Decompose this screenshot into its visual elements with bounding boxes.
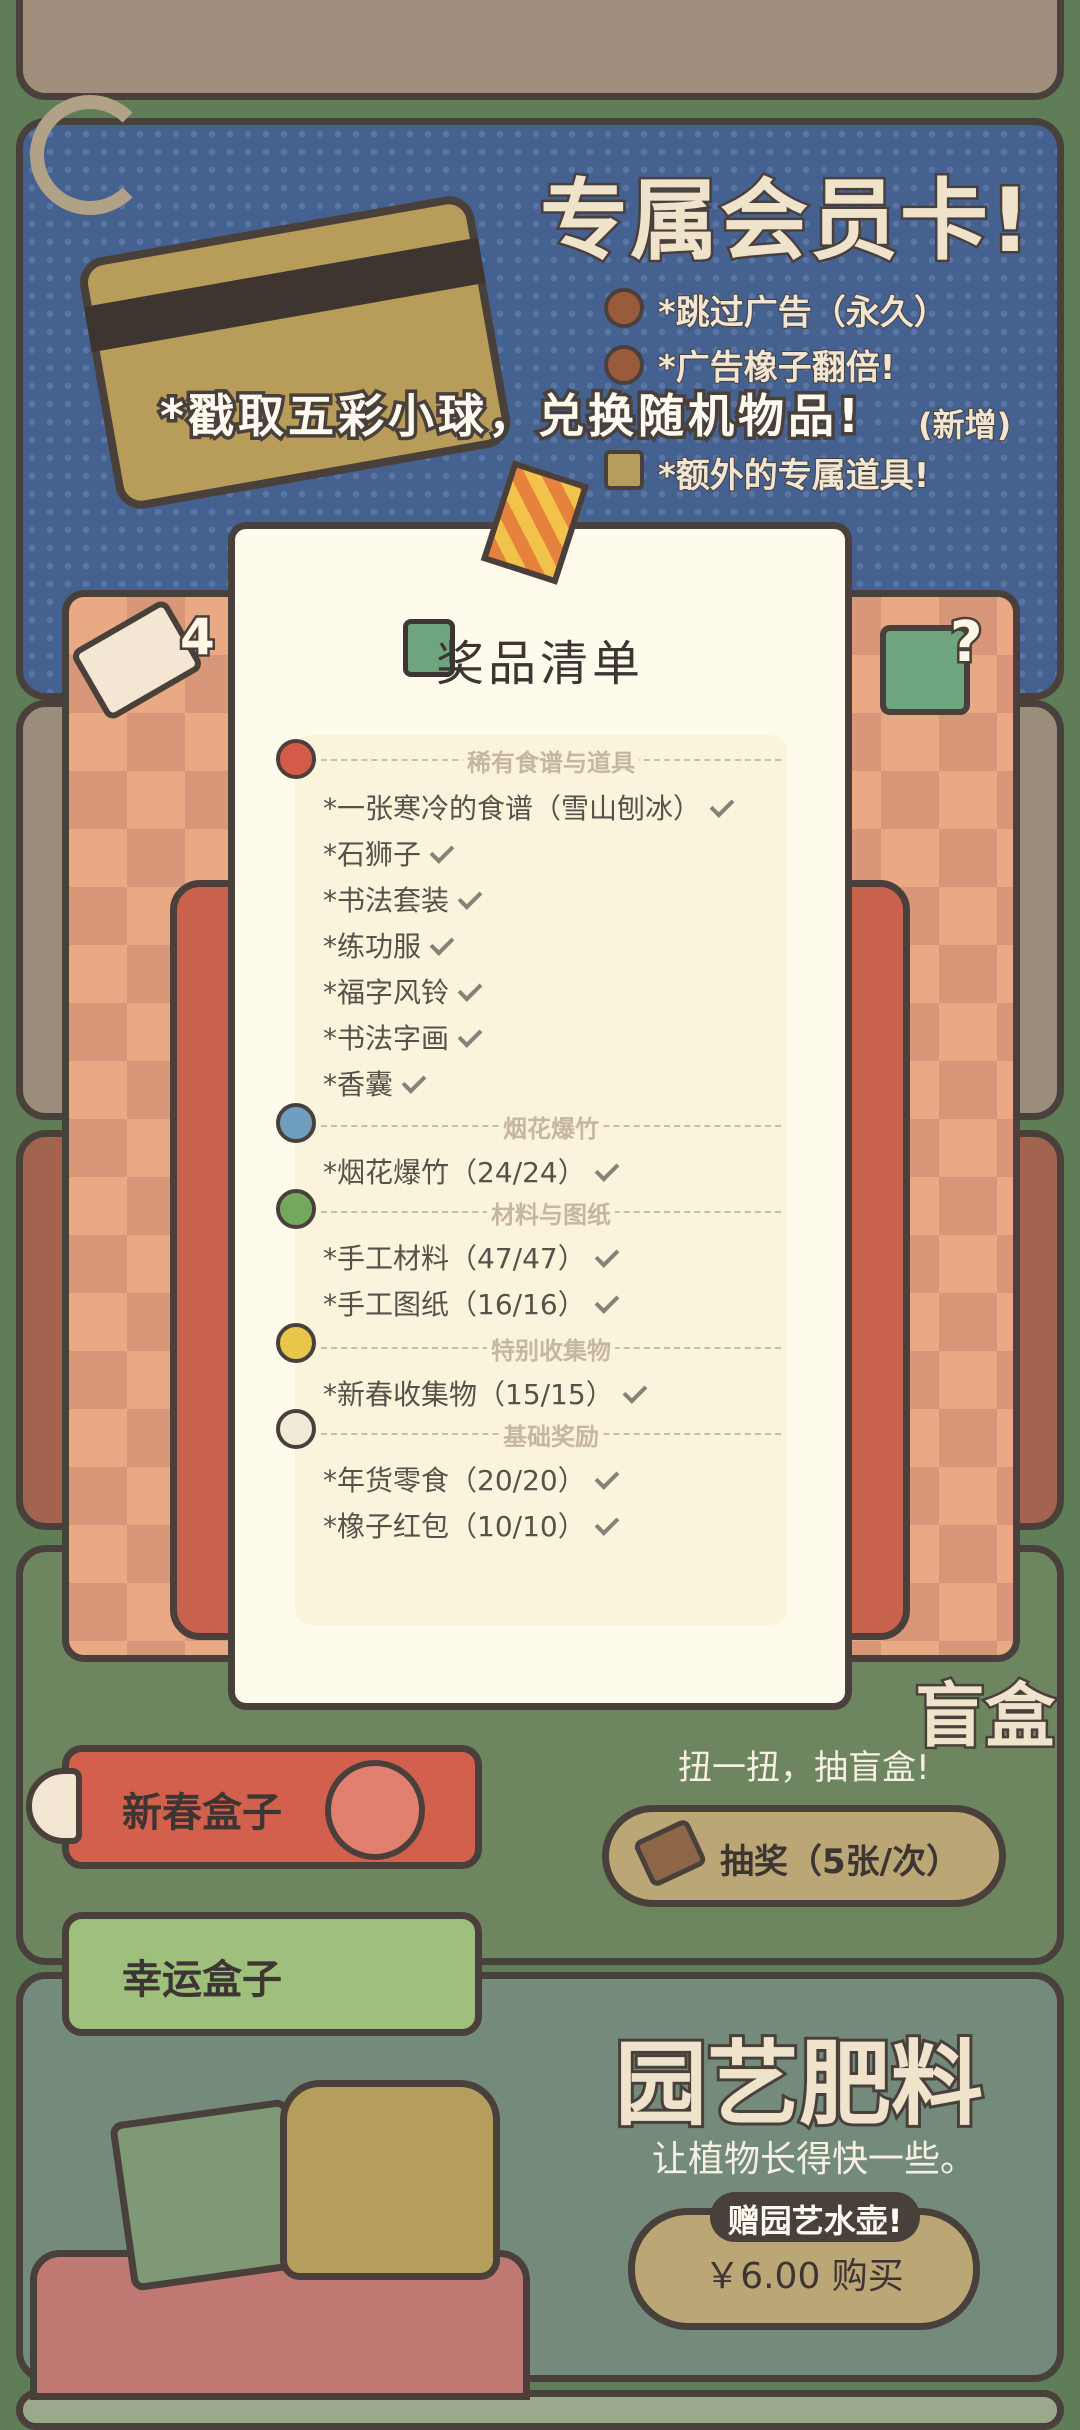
check-icon <box>401 1069 427 1094</box>
mystery-gift-question-mark: ? <box>947 608 985 678</box>
garden-fertilizer-subtitle: 让植物长得快一些。 <box>652 2139 977 2180</box>
prize-item: *新春收集物（15/15） <box>323 1373 648 1413</box>
perk-new-tag: (新增) <box>917 405 1012 445</box>
blind-box-subtitle: 扭一扭，抽盲盒! <box>678 1748 930 1788</box>
check-icon <box>457 885 483 910</box>
prize-item: *书法字画 <box>323 1017 483 1057</box>
garden-fertilizer-title: 园艺肥料 <box>612 2028 986 2141</box>
prize-item: *书法套装 <box>323 879 483 919</box>
check-icon <box>709 793 735 818</box>
prize-list-sheet: 奖品清单 稀有食谱与道具 *一张寒冷的食谱（雪山刨冰） *石狮子 *书法套装 *… <box>228 522 852 1710</box>
blue-ball-icon <box>276 1103 316 1143</box>
prize-item: *练功服 <box>323 925 455 965</box>
blind-box-title: 盲盒 <box>913 1673 1058 1760</box>
prize-section-header: 特别收集物 <box>321 1333 781 1365</box>
check-icon <box>429 931 455 956</box>
no-ads-icon <box>604 288 644 328</box>
check-icon <box>622 1379 648 1404</box>
draw-button-label[interactable]: 抽奖（5张/次） <box>720 1834 960 1883</box>
prize-list-title: 奖品清单 <box>435 636 644 692</box>
acorn-icon <box>604 345 644 385</box>
check-icon <box>594 1511 620 1536</box>
green-ball-icon <box>276 1189 316 1229</box>
check-icon <box>457 1023 483 1048</box>
check-icon <box>594 1289 620 1314</box>
prize-section-header: 材料与图纸 <box>321 1197 781 1229</box>
prize-item: *一张寒冷的食谱（雪山刨冰） <box>323 787 735 827</box>
white-ball-icon <box>276 1409 316 1449</box>
gift-tag-label: 赠园艺水壶! <box>727 2202 903 2240</box>
check-icon <box>594 1243 620 1268</box>
prize-item: *香囊 <box>323 1063 427 1103</box>
prize-item: *橡子红包（10/10） <box>323 1505 620 1545</box>
prize-item: *年货零食（20/20） <box>323 1459 620 1499</box>
spring-box-label[interactable]: 新春盒子 <box>122 1780 282 1838</box>
watering-can-icon <box>280 2080 500 2280</box>
prize-item: *石狮子 <box>323 833 455 873</box>
member-card-title: 专属会员卡! <box>537 167 1033 275</box>
red-ball-icon <box>276 739 316 779</box>
wrench-icon <box>30 95 150 215</box>
shop-card-top <box>16 0 1064 100</box>
plum-blossom-icon <box>325 1760 425 1860</box>
yellow-ball-icon <box>276 1323 316 1363</box>
gacha-instruction-banner: *戳取五彩小球，兑换随机物品! <box>156 386 864 447</box>
check-icon <box>594 1157 620 1182</box>
gift-icon <box>604 450 644 490</box>
check-icon <box>429 839 455 864</box>
prize-item: *福字风铃 <box>323 971 483 1011</box>
prize-item: *烟花爆竹（24/24） <box>323 1151 620 1191</box>
prize-section-header: 基础奖励 <box>321 1419 781 1451</box>
prize-item: *手工图纸（16/16） <box>323 1283 620 1323</box>
prize-section-header: 烟花爆竹 <box>321 1111 781 1143</box>
lucky-box-label[interactable]: 幸运盒子 <box>122 1947 282 2005</box>
ticket-count: 4 <box>178 606 218 669</box>
perk-extra-items: *额外的专属道具! <box>657 455 930 497</box>
prize-item: *手工材料（47/47） <box>323 1237 620 1277</box>
check-icon <box>457 977 483 1002</box>
prize-section-header: 稀有食谱与道具 <box>321 745 781 777</box>
perk-skip-ads: *跳过广告（永久） <box>657 292 949 334</box>
check-icon <box>594 1465 620 1490</box>
buy-button-label[interactable]: ￥6.00 购买 <box>628 2247 980 2299</box>
